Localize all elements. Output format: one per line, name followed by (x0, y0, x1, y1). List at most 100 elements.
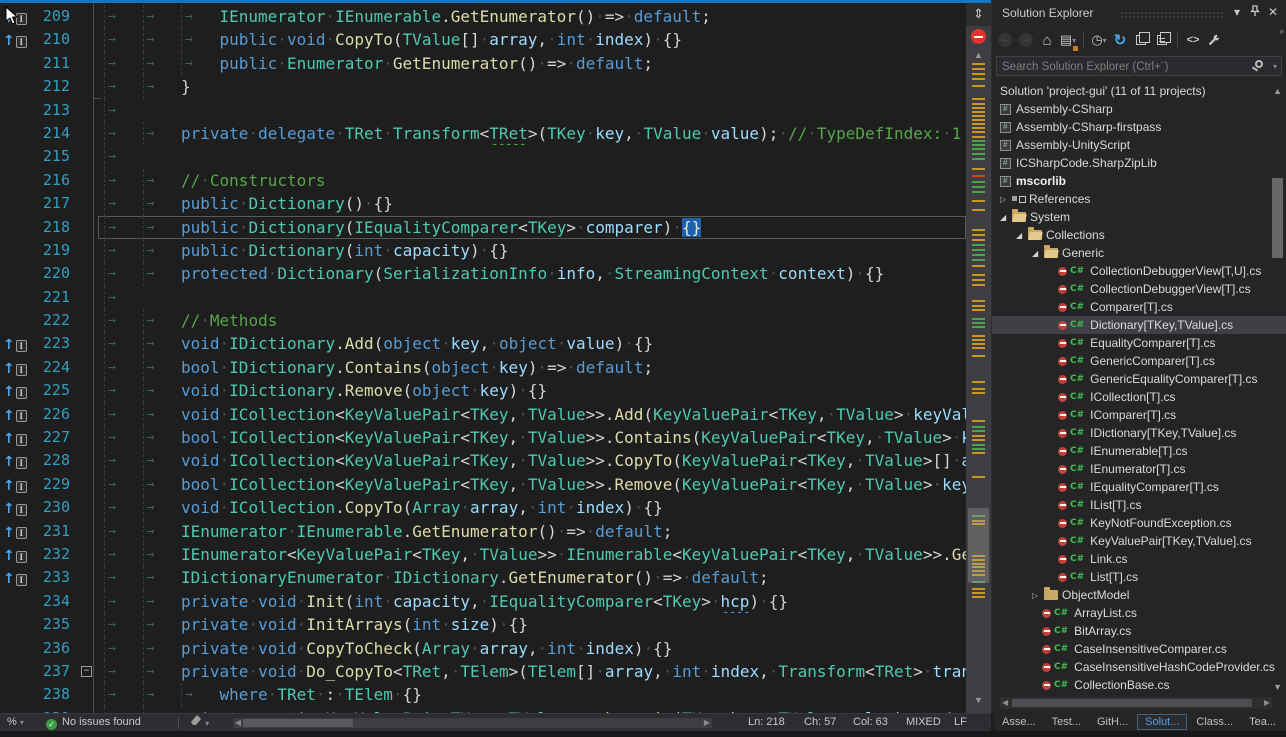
glyph-margin[interactable] (0, 637, 30, 660)
code-text[interactable]: →→//·Constructors (98, 169, 966, 192)
code-viewport[interactable]: ↑I209→→→IEnumerator·IEnumerable.GetEnume… (0, 3, 966, 713)
search-icon[interactable] (1255, 60, 1263, 68)
code-text[interactable]: →→→public·Enumerator·GetEnumerator()·=>·… (98, 52, 966, 75)
code-text[interactable]: →→public·Dictionary(int·capacity)·{} (98, 239, 966, 262)
code-text[interactable]: →→protected·Dictionary(SerializationInfo… (98, 262, 966, 285)
glyph-margin[interactable]: ↑I (0, 473, 30, 496)
code-line-222[interactable]: 222→→//·Methods (0, 309, 966, 332)
code-text[interactable]: →→void·ICollection.CopyTo(Array·array,·i… (98, 496, 966, 519)
code-line-225[interactable]: ↑I225→→void·IDictionary.Remove(object·ke… (0, 379, 966, 402)
forward-button[interactable]: → (1017, 30, 1035, 50)
tree-item-idictionary-tkey-tvalue-cs[interactable]: C#IDictionary[TKey,TValue].cs (992, 424, 1286, 442)
tree-item-system[interactable]: ◢System (992, 208, 1286, 226)
tree-item-keyvaluepair-tkey-tvalue-cs[interactable]: C#KeyValuePair[TKey,TValue].cs (992, 532, 1286, 550)
glyph-margin[interactable]: ↑I (0, 426, 30, 449)
glyph-margin[interactable] (0, 216, 30, 239)
tool-tab-class[interactable]: Class... (1189, 715, 1240, 729)
splitter-grip-icon[interactable]: ⇕ (966, 3, 991, 26)
tool-tab-gith[interactable]: GitH... (1090, 715, 1135, 729)
code-text[interactable]: → (98, 286, 966, 309)
view-code-button[interactable]: <> (1184, 30, 1202, 50)
tree-item-icomparer-t-cs[interactable]: C#IComparer[T].cs (992, 406, 1286, 424)
glyph-margin[interactable]: ↑I (0, 356, 30, 379)
code-line-223[interactable]: ↑I223→→void·IDictionary.Add(object·key,·… (0, 332, 966, 355)
search-box[interactable]: ▾ (996, 56, 1282, 76)
implements-icon[interactable]: ↑I (3, 568, 27, 591)
tree-item-bitarray-cs[interactable]: C#BitArray.cs (992, 622, 1286, 640)
implements-icon[interactable]: ↑I (3, 358, 27, 381)
error-indicator-icon[interactable] (971, 29, 986, 44)
outline-margin[interactable] (76, 169, 98, 192)
tree-item-arraylist-cs[interactable]: C#ArrayList.cs (992, 604, 1286, 622)
code-text[interactable]: →→public·Dictionary(IEqualityComparer<TK… (98, 216, 966, 239)
chevron-collapsed-icon[interactable]: ▷ (1000, 195, 1012, 204)
outline-margin[interactable]: − (76, 660, 98, 683)
code-line-220[interactable]: 220→→protected·Dictionary(SerializationI… (0, 262, 966, 285)
tree-item-dictionary-tkey-tvalue-cs[interactable]: C#Dictionary[TKey,TValue].cs (992, 316, 1286, 334)
glyph-margin[interactable]: ↑I (0, 449, 30, 472)
code-text[interactable]: →→private·void·Init(int·capacity,·IEqual… (98, 590, 966, 613)
editor-vertical-scrollbar[interactable]: ▲ ▼ (966, 3, 991, 713)
tree-item-iequalitycomparer-t-cs[interactable]: C#IEqualityComparer[T].cs (992, 478, 1286, 496)
code-text[interactable]: →→IDictionaryEnumerator·IDictionary.GetE… (98, 566, 966, 589)
collapse-all-button[interactable] (1132, 30, 1150, 50)
glyph-margin[interactable] (0, 169, 30, 192)
code-line-228[interactable]: ↑I228→→void·ICollection<KeyValuePair<TKe… (0, 449, 966, 472)
code-text[interactable]: →→bool·ICollection<KeyValuePair<TKey,·TV… (98, 426, 966, 449)
code-text[interactable]: →→} (98, 75, 966, 98)
collapse-region-icon[interactable]: − (81, 666, 92, 677)
outline-margin[interactable] (76, 637, 98, 660)
glyph-margin[interactable] (0, 99, 30, 122)
tree-item-link-cs[interactable]: C#Link.cs (992, 550, 1286, 568)
code-text[interactable]: →→void·IDictionary.Remove(object·key)·{} (98, 379, 966, 402)
panel-title-bar[interactable]: Solution Explorer ▾ ✕ (992, 0, 1286, 26)
implements-icon[interactable]: ↑I (3, 334, 27, 357)
pin-icon[interactable] (1250, 5, 1260, 20)
code-text[interactable]: →→void·ICollection<KeyValuePair<TKey,·TV… (98, 449, 966, 472)
outline-margin[interactable] (76, 122, 98, 145)
code-text[interactable]: →→IEnumerator·IEnumerable.GetEnumerator(… (98, 520, 966, 543)
code-line-213[interactable]: 213→ (0, 99, 966, 122)
implements-icon[interactable]: ↑I (3, 498, 27, 521)
glyph-margin[interactable] (0, 309, 30, 332)
code-text[interactable]: →→→IEnumerator·IEnumerable.GetEnumerator… (98, 5, 966, 28)
tree-item-collectiondebuggerview-t-cs[interactable]: C#CollectionDebuggerView[T].cs (992, 280, 1286, 298)
tree-item-keynotfoundexception-cs[interactable]: C#KeyNotFoundException.cs (992, 514, 1286, 532)
scrollbar-thumb[interactable] (1272, 178, 1283, 258)
scroll-left-icon[interactable]: ◀ (1002, 698, 1008, 707)
tool-tab-asse[interactable]: Asse... (995, 715, 1043, 729)
implements-icon[interactable]: ↑I (3, 522, 27, 545)
code-line-226[interactable]: ↑I226→→void·ICollection<KeyValuePair<TKe… (0, 403, 966, 426)
code-line-216[interactable]: 216→→//·Constructors (0, 169, 966, 192)
code-text[interactable]: →→→where·TRet·:·TElem·{} (98, 683, 966, 706)
tree-horizontal-scrollbar[interactable]: ◀ ▶ (1000, 697, 1272, 709)
code-line-217[interactable]: 217→→public·Dictionary()·{} (0, 192, 966, 215)
code-line-234[interactable]: 234→→private·void·Init(int·capacity,·IEq… (0, 590, 966, 613)
implements-icon[interactable]: ↑I (3, 545, 27, 568)
outline-margin[interactable] (76, 332, 98, 355)
tree-item-assembly-csharp[interactable]: Assembly-CSharp (992, 100, 1286, 118)
chevron-expanded-icon[interactable]: ◢ (1032, 249, 1044, 258)
outline-margin[interactable] (76, 449, 98, 472)
glyph-margin[interactable]: ↑I (0, 566, 30, 589)
tree-item-equalitycomparer-t-cs[interactable]: C#EqualityComparer[T].cs (992, 334, 1286, 352)
code-line-237[interactable]: 237−→→private·void·Do_CopyTo<TRet,·TElem… (0, 660, 966, 683)
outline-margin[interactable] (76, 356, 98, 379)
scroll-right-icon[interactable]: ▶ (1264, 698, 1270, 707)
home-button[interactable]: ⌂ (1038, 30, 1056, 50)
implements-icon[interactable]: ↑I (3, 381, 27, 404)
outline-margin[interactable] (76, 520, 98, 543)
glyph-margin[interactable]: ↑I (0, 379, 30, 402)
drag-handle[interactable] (1120, 11, 1225, 19)
code-line-219[interactable]: 219→→public·Dictionary(int·capacity)·{} (0, 239, 966, 262)
close-icon[interactable]: ✕ (1268, 5, 1278, 19)
tree-item-collectiondebuggerview-t-u-cs[interactable]: C#CollectionDebuggerView[T,U].cs (992, 262, 1286, 280)
code-line-218[interactable]: 218→→public·Dictionary(IEqualityComparer… (0, 216, 966, 239)
outline-margin[interactable] (76, 496, 98, 519)
code-text[interactable]: →→void·IDictionary.Add(object·key,·objec… (98, 332, 966, 355)
implements-icon[interactable]: ↑I (3, 428, 27, 451)
code-line-233[interactable]: ↑I233→→IDictionaryEnumerator·IDictionary… (0, 566, 966, 589)
outline-margin[interactable] (76, 309, 98, 332)
pending-changes-filter-button[interactable]: ◷▾ (1090, 30, 1108, 50)
outline-margin[interactable] (76, 543, 98, 566)
